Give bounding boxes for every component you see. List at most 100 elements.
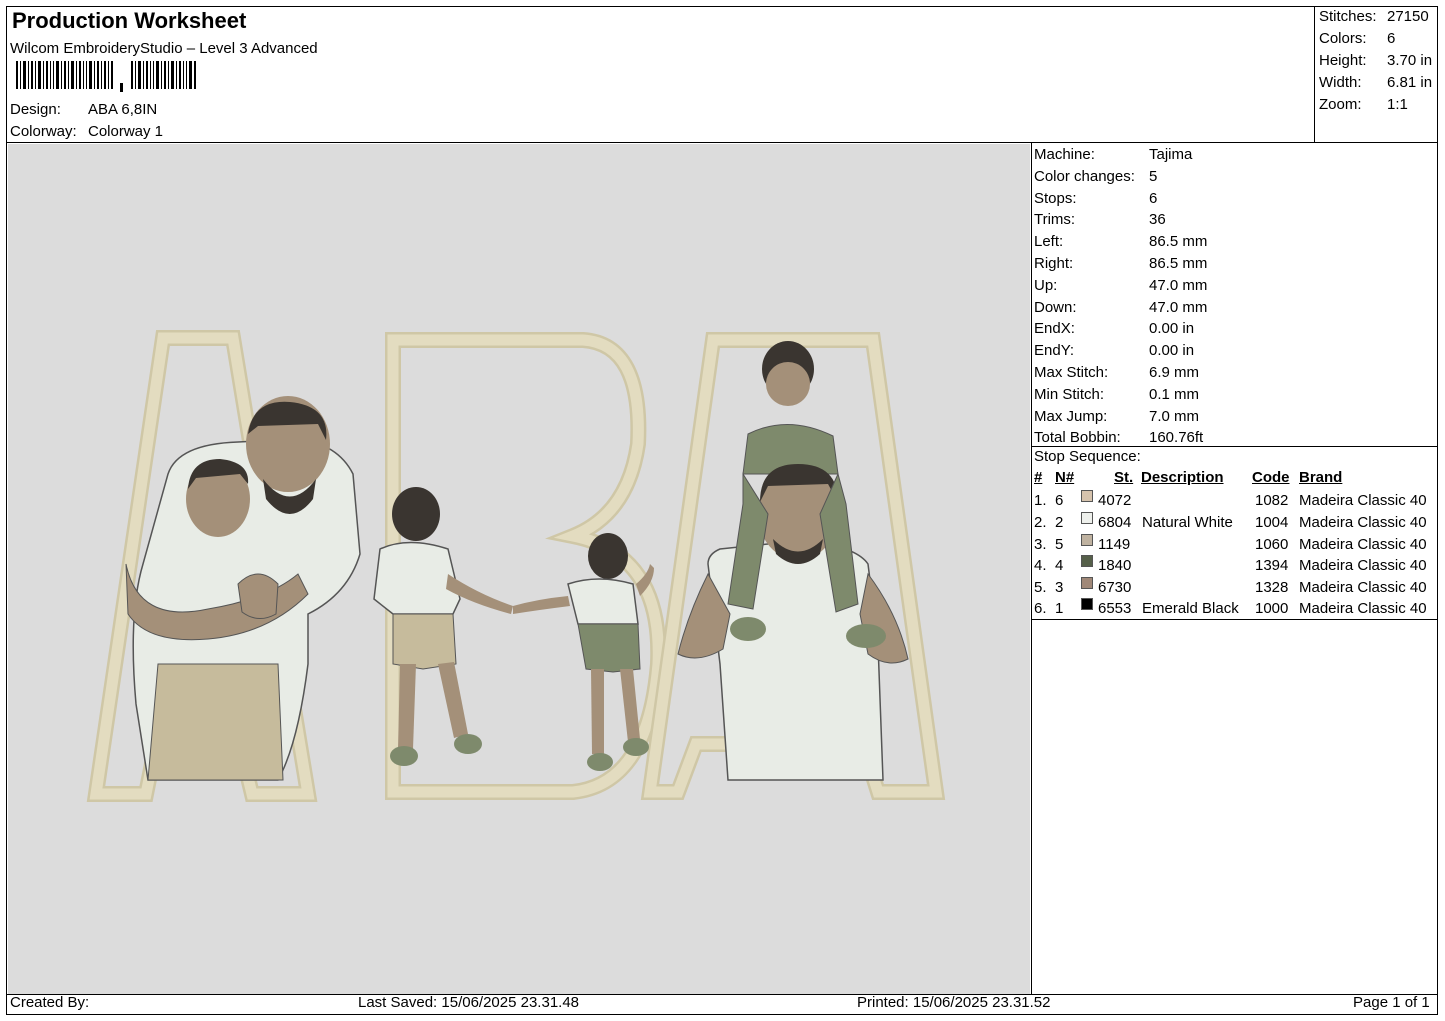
needle-number: 2 — [1055, 514, 1064, 531]
machine-info-label: Machine: — [1034, 146, 1095, 163]
thread-number: 4072 — [1098, 492, 1132, 509]
machine-info-row: Min Stitch: 0.1 mm — [1034, 384, 1434, 406]
thread-number: 6804 — [1098, 514, 1132, 531]
thread-number: 6553 — [1098, 600, 1132, 617]
machine-info-value: 6.9 mm — [1149, 363, 1200, 381]
machine-info-row: Max Jump: 7.0 mm — [1034, 406, 1434, 428]
thread-brand: Madeira Classic 40 — [1299, 557, 1427, 574]
stop-index: 5. — [1034, 579, 1047, 596]
summary-row: Colors: 6 — [1319, 29, 1439, 51]
design-label: Design: — [10, 101, 61, 118]
father-carrying-son — [677, 341, 909, 781]
machine-info-row: Right: 86.5 mm — [1034, 253, 1434, 275]
thread-number: 6730 — [1098, 579, 1132, 596]
machine-info-label: Trims: — [1034, 211, 1076, 229]
summary-value: 1:1 — [1387, 96, 1408, 113]
summary-value: 27150 — [1387, 8, 1429, 25]
needle-number: 4 — [1055, 557, 1064, 574]
machine-info-value: 86.5 mm — [1149, 233, 1208, 251]
machine-info-row: Max Stitch: 6.9 mm — [1034, 362, 1434, 384]
summary-value: 6.81 in — [1387, 74, 1433, 91]
machine-info-label: Right: — [1034, 254, 1074, 272]
summary-row: Height: 3.70 in — [1319, 51, 1439, 73]
needle-number: 6 — [1055, 492, 1064, 509]
stop-sequence-row: 4. 4 1840 1394 Madeira Classic 40 — [1034, 555, 1434, 576]
machine-info-label: Down: — [1034, 298, 1077, 316]
summary-label: Height: — [1319, 52, 1367, 69]
stop-sequence-row: 6. 1 6553 Emerald Black 1000 Madeira Cla… — [1034, 598, 1434, 619]
thread-brand: Madeira Classic 40 — [1299, 492, 1427, 509]
machine-info-row: Down: 47.0 mm — [1034, 297, 1434, 319]
needle-number: 5 — [1055, 536, 1064, 553]
stop-sequence-title: Stop Sequence: — [1034, 448, 1141, 465]
machine-info-row: Up: 47.0 mm — [1034, 275, 1434, 297]
stop-sequence-row: 2. 2 6804 Natural White 1004 Madeira Cla… — [1034, 512, 1434, 533]
created-by: Created By: — [10, 994, 90, 1011]
summary-label: Stitches: — [1319, 8, 1377, 25]
machine-info-row: EndX: 0.00 in — [1034, 318, 1434, 340]
design-preview — [8, 144, 1030, 994]
machine-info-label: Left: — [1034, 233, 1064, 251]
column-header-code: Code — [1252, 469, 1290, 486]
thread-code: 1000 — [1255, 600, 1289, 617]
thread-code: 1394 — [1255, 557, 1289, 574]
stop-sequence-row: 5. 3 6730 1328 Madeira Classic 40 — [1034, 577, 1434, 598]
thread-color-swatch — [1081, 490, 1093, 502]
thread-description: Emerald Black — [1142, 600, 1239, 617]
machine-info-label: Color changes: — [1034, 167, 1135, 185]
needle-number: 3 — [1055, 579, 1064, 596]
machine-info-label: EndX: — [1034, 320, 1075, 338]
column-header-needle: N# — [1055, 469, 1075, 486]
info-panel-divider — [1031, 142, 1032, 995]
summary-row: Zoom: 1:1 — [1319, 95, 1439, 117]
barcode — [16, 61, 196, 92]
stop-table-end-divider — [1031, 619, 1438, 620]
machine-info-value: 47.0 mm — [1149, 298, 1208, 316]
last-saved: Last Saved: 15/06/2025 23.31.48 — [358, 994, 580, 1011]
machine-info-value: 0.00 in — [1149, 320, 1195, 338]
machine-info-value: 5 — [1149, 167, 1158, 185]
father-hugging-son — [125, 396, 361, 781]
machine-info-row: Total Bobbin: 160.76ft — [1034, 427, 1434, 449]
summary-label: Colors: — [1319, 30, 1367, 47]
summary-value: 3.70 in — [1387, 52, 1433, 69]
page-number: Page 1 of 1 — [1353, 994, 1430, 1011]
machine-info-label: Max Jump: — [1034, 407, 1108, 425]
colorway-row: Colorway: Colorway 1 — [10, 123, 163, 140]
page-title: Production Worksheet — [12, 8, 247, 33]
machine-info-value: 7.0 mm — [1149, 407, 1200, 425]
thread-color-swatch — [1081, 555, 1093, 567]
machine-info-row: Stops: 6 — [1034, 188, 1434, 210]
thread-brand: Madeira Classic 40 — [1299, 514, 1427, 531]
thread-code: 1004 — [1255, 514, 1289, 531]
stop-sequence-row: 3. 5 1149 1060 Madeira Classic 40 — [1034, 534, 1434, 555]
machine-info-row: EndY: 0.00 in — [1034, 340, 1434, 362]
machine-info-value: 36 — [1149, 211, 1166, 229]
thread-color-swatch — [1081, 534, 1093, 546]
machine-info-value: Tajima — [1149, 146, 1193, 163]
thread-color-swatch — [1081, 598, 1093, 610]
thread-brand: Madeira Classic 40 — [1299, 600, 1427, 617]
footer-divider — [6, 994, 1438, 995]
header-divider — [6, 142, 1438, 143]
thread-brand: Madeira Classic 40 — [1299, 536, 1427, 553]
thread-color-swatch — [1081, 577, 1093, 589]
machine-info-value: 47.0 mm — [1149, 276, 1208, 294]
thread-description: Natural White — [1142, 514, 1233, 531]
boys-holding-hands — [373, 487, 654, 771]
machine-info-value: 86.5 mm — [1149, 254, 1208, 272]
machine-info: Machine: Tajima Color changes: 5 Stops: 6 T… — [1034, 144, 1434, 449]
thread-brand: Madeira Classic 40 — [1299, 579, 1427, 596]
stop-index: 3. — [1034, 536, 1047, 553]
machine-info-value: 160.76ft — [1149, 429, 1204, 447]
stop-sequence-row: 1. 6 4072 1082 Madeira Classic 40 — [1034, 490, 1434, 511]
design-summary: Stitches: 27150 Colors: 6 Height: 3.70 in W… — [1319, 7, 1439, 117]
machine-info-value: 0.1 mm — [1149, 385, 1200, 403]
summary-row: Width: 6.81 in — [1319, 73, 1439, 95]
machine-info-value: 6 — [1149, 189, 1158, 207]
thread-number: 1149 — [1098, 536, 1131, 553]
machine-info-label: EndY: — [1034, 342, 1075, 360]
machine-info-row: Color changes: 5 — [1034, 166, 1434, 188]
stop-index: 1. — [1034, 492, 1047, 509]
machine-info-row: Machine: Tajima — [1034, 144, 1434, 166]
